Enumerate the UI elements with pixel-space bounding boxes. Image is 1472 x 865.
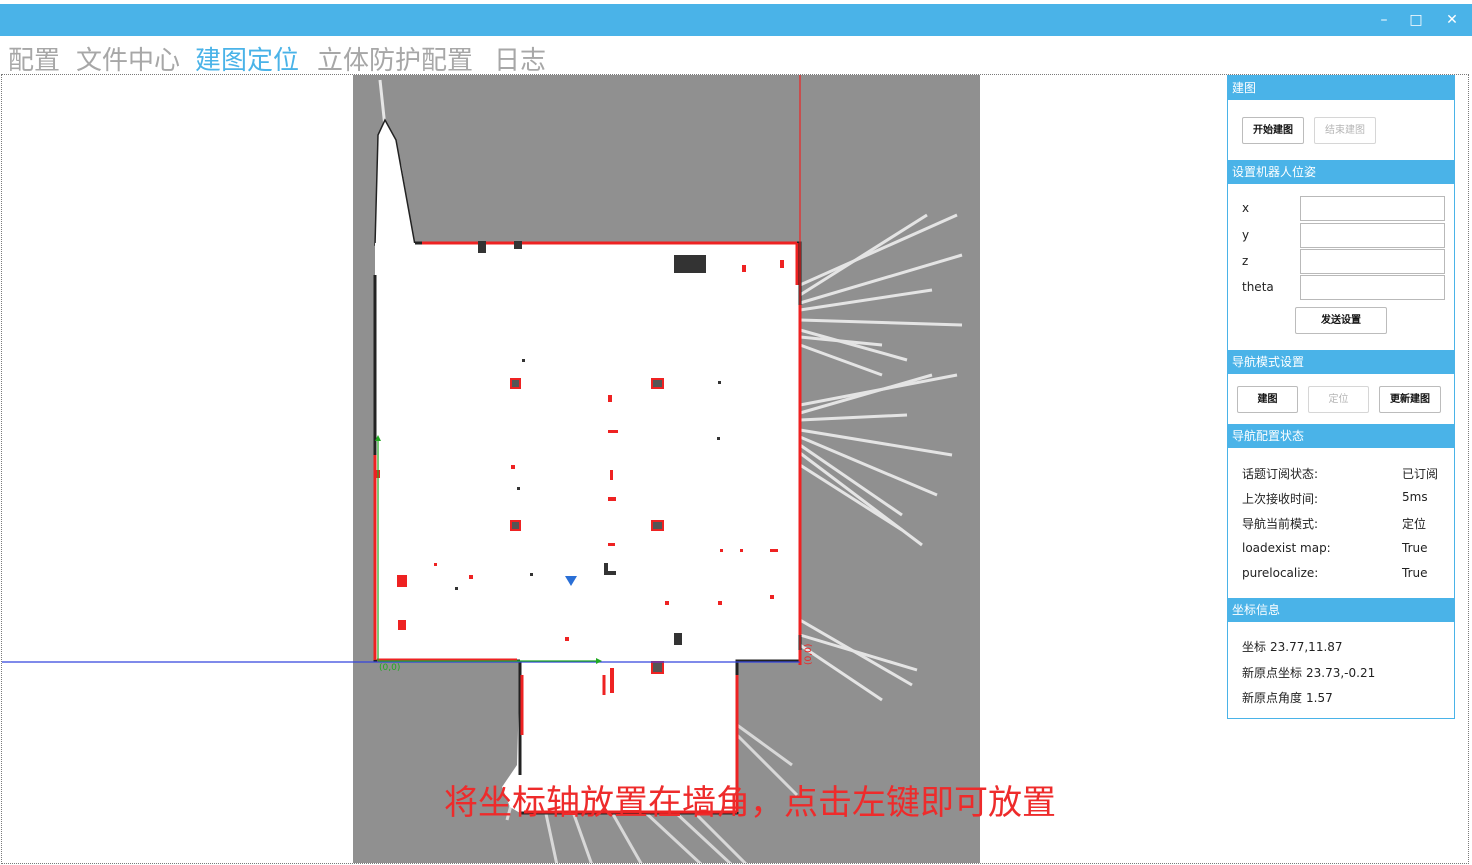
pose-x-label: x [1242, 201, 1250, 215]
menu-item-config[interactable]: 配置 [8, 40, 60, 77]
nav-mode-localization-button[interactable]: 定位 [1308, 386, 1369, 413]
send-pose-button[interactable]: 发送设置 [1295, 307, 1387, 334]
status-pure-localize-value: True [1402, 566, 1428, 580]
pose-theta-input[interactable] [1300, 275, 1445, 300]
maximize-icon[interactable]: □ [1404, 10, 1428, 30]
coord-current-row: 坐标 23.77,11.87 [1242, 638, 1343, 655]
pose-z-input[interactable] [1300, 249, 1445, 274]
menu-bar: 配置 文件中心 建图定位 立体防护配置 日志 [0, 37, 1472, 77]
section-header-coord-info: 坐标信息 [1228, 598, 1454, 622]
pose-y-label: y [1242, 228, 1250, 242]
menu-item-log[interactable]: 日志 [494, 40, 546, 77]
control-panel: 建图 开始建图 结束建图 设置机器人位姿 x y z theta 发送设置 导航… [1227, 75, 1455, 719]
map-room-main [375, 243, 800, 661]
section-header-mapping: 建图 [1228, 76, 1454, 100]
coord-new-origin-label: 新原点坐标 [1242, 666, 1303, 680]
section-header-nav-status: 导航配置状态 [1228, 424, 1454, 448]
coord-new-origin-angle-row: 新原点角度 1.57 [1242, 689, 1333, 706]
status-load-exist-map-value: True [1402, 541, 1428, 555]
coord-new-origin-row: 新原点坐标 23.73,-0.21 [1242, 664, 1375, 681]
status-pure-localize-label: purelocalize: [1242, 566, 1319, 580]
coord-current-value: 23.77,11.87 [1270, 640, 1343, 654]
menu-item-file-center[interactable]: 文件中心 [76, 40, 180, 77]
pose-z-label: z [1242, 254, 1249, 268]
coord-current-label: 坐标 [1242, 640, 1267, 654]
menu-item-mapping-localization[interactable]: 建图定位 [195, 40, 299, 77]
status-subscription-value: 已订阅 [1402, 467, 1439, 481]
end-mapping-button[interactable]: 结束建图 [1314, 117, 1376, 144]
coord-new-origin-value: 23.73,-0.21 [1306, 666, 1376, 680]
section-header-robot-pose: 设置机器人位姿 [1228, 160, 1454, 184]
menu-item-stereo-protection[interactable]: 立体防护配置 [317, 40, 473, 77]
nav-mode-update-mapping-button[interactable]: 更新建图 [1379, 386, 1441, 413]
map-hint-text: 将坐标轴放置在墙角，点击左键即可放置 [444, 783, 1056, 823]
nav-mode-mapping-button[interactable]: 建图 [1237, 386, 1298, 413]
pose-y-input[interactable] [1300, 223, 1445, 248]
status-current-mode-label: 导航当前模式: [1242, 517, 1319, 531]
close-icon[interactable]: ✕ [1440, 10, 1464, 30]
title-bar: – □ ✕ [0, 4, 1472, 36]
coord-new-origin-angle-value: 1.57 [1306, 691, 1333, 705]
coord-new-origin-angle-label: 新原点角度 [1242, 691, 1303, 705]
pose-theta-label: theta [1242, 280, 1274, 294]
origin-label-right: (0,0) [804, 644, 814, 665]
status-last-received-value: 5ms [1402, 490, 1428, 504]
status-last-received-label: 上次接收时间: [1242, 492, 1319, 506]
status-current-mode-value: 定位 [1402, 517, 1427, 531]
status-subscription-label: 话题订阅状态: [1242, 467, 1319, 481]
minimize-icon[interactable]: – [1372, 10, 1396, 30]
status-load-exist-map-label: loadexist map: [1242, 541, 1331, 555]
start-mapping-button[interactable]: 开始建图 [1242, 117, 1304, 144]
pose-x-input[interactable] [1300, 196, 1445, 221]
origin-label-left: (0,0) [379, 663, 400, 673]
section-header-nav-mode: 导航模式设置 [1228, 350, 1454, 374]
